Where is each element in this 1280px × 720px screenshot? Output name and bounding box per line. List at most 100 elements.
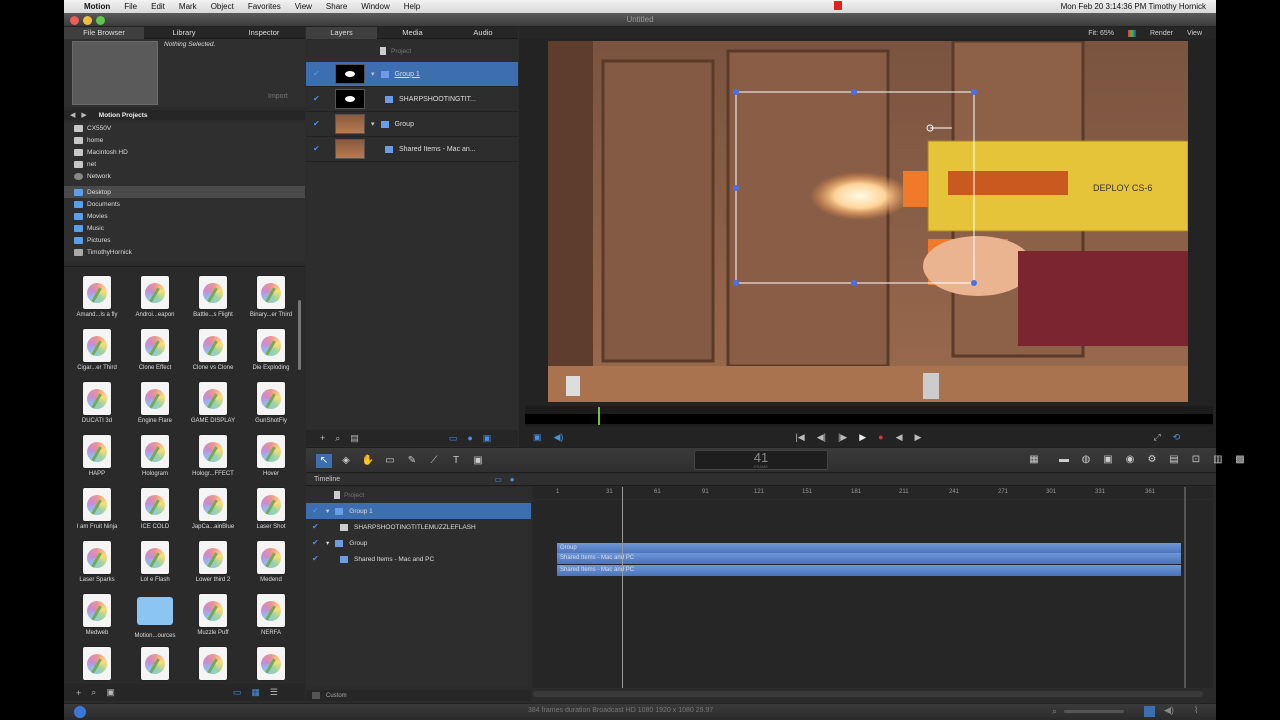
timeline-layer-row[interactable]: ✔ ▾ Group (306, 535, 531, 551)
playhead[interactable] (622, 487, 623, 688)
app-menu[interactable]: Motion (84, 2, 110, 11)
tab-media[interactable]: Media (377, 27, 448, 39)
file-item[interactable]: Engine Flare (126, 382, 184, 435)
transform-handle[interactable] (971, 89, 977, 95)
step-back-icon[interactable]: ◀| (817, 432, 826, 443)
generators-icon[interactable]: ▣ (1100, 453, 1116, 467)
mask-tool-icon[interactable]: ▣ (470, 454, 486, 468)
lights-icon[interactable]: ◍ (1078, 453, 1094, 467)
bezier-tool-icon[interactable]: ✎ (404, 454, 420, 468)
grid-view-icon[interactable]: ▦ (251, 687, 260, 698)
disclosure-icon[interactable]: ▾ (326, 507, 329, 515)
file-item[interactable]: Hologram (126, 435, 184, 488)
file-item[interactable]: Laser Shot (242, 488, 300, 541)
layer-options-icon[interactable]: ▤ (350, 433, 359, 444)
hud-icon[interactable]: ▩ (1232, 453, 1248, 467)
replicate-icon[interactable]: ▤ (1166, 453, 1182, 467)
file-item[interactable]: DUCATI 3d (68, 382, 126, 435)
menu-help[interactable]: Help (404, 2, 420, 11)
folder-item-home[interactable]: TimothyHornick (64, 246, 305, 258)
rectangle-tool-icon[interactable]: ▭ (382, 454, 398, 468)
file-item[interactable]: Androi...eapon (126, 276, 184, 329)
checkbox-icon[interactable]: ✔ (313, 95, 321, 103)
paint-tool-icon[interactable]: ⟋ (426, 454, 442, 468)
play-button-icon[interactable]: ▶ (859, 432, 866, 443)
folder-item-documents[interactable]: Documents (64, 198, 305, 210)
forward-arrow-icon[interactable]: ▶ (81, 111, 86, 119)
timeline-bar-clip[interactable]: Shared Items - Mac and PC (557, 565, 1181, 576)
filter-icon[interactable]: ▣ (483, 433, 492, 444)
go-to-start-icon[interactable]: |◀ (795, 432, 804, 443)
tab-layers[interactable]: Layers (306, 26, 377, 39)
checkbox-icon[interactable]: ✔ (313, 120, 321, 128)
layer-row[interactable]: ✔ SHARPSHOOTINGTIT... (306, 87, 518, 112)
path-popup[interactable]: Motion Projects (99, 112, 148, 119)
file-item[interactable]: Hover (242, 435, 300, 488)
checkbox-icon[interactable]: ✔ (312, 555, 320, 563)
layer-row[interactable]: ✔ ▾ Group (306, 112, 518, 137)
disclosure-icon[interactable]: ▾ (371, 120, 375, 128)
search-icon[interactable]: ⌕ (91, 687, 96, 698)
fullscreen-icon[interactable]: ⤢ (1153, 432, 1160, 443)
checkbox-icon[interactable]: ✔ (312, 539, 320, 547)
menu-edit[interactable]: Edit (151, 2, 165, 11)
select-tool-icon[interactable]: ↖ (316, 454, 332, 468)
file-item[interactable]: Lol e Flash (126, 541, 184, 594)
path-view-icon[interactable]: ▭ (233, 687, 242, 698)
tab-library[interactable]: Library (144, 27, 224, 39)
zoom-slider[interactable] (1064, 710, 1124, 713)
loop-icon[interactable]: ⟲ (1173, 432, 1181, 443)
file-item[interactable]: Motion...ources (126, 594, 184, 647)
menu-share[interactable]: Share (326, 2, 347, 11)
file-item[interactable]: HAPP (68, 435, 126, 488)
file-item[interactable]: Binary...er Third (242, 276, 300, 329)
loop-back-icon[interactable]: ◀ (896, 432, 903, 443)
timeline-layer-row[interactable]: ✔ ▾ Group 1 (306, 503, 531, 519)
show-keyframes-icon[interactable]: ● (510, 475, 515, 484)
menu-window[interactable]: Window (361, 2, 389, 11)
timecode-display[interactable]: 41 FRAME (694, 450, 828, 470)
transform-handle[interactable] (851, 280, 857, 286)
behavior-icon[interactable]: ● (467, 433, 472, 443)
step-forward-icon[interactable]: |▶ (838, 432, 847, 443)
transform-handle[interactable] (733, 280, 739, 286)
add-icon[interactable]: + (76, 688, 81, 698)
timeline-preset-popup[interactable]: Custom (326, 693, 347, 699)
render-menu[interactable]: Render (1150, 30, 1173, 37)
tab-inspector[interactable]: Inspector (224, 27, 304, 39)
adjust-anchor-icon[interactable]: ◈ (338, 454, 354, 468)
library-icon[interactable]: ▦ (1026, 453, 1042, 467)
timeline-bar-clip[interactable]: Shared Items - Mac and PC (557, 553, 1181, 564)
checkbox-icon[interactable]: ✔ (312, 523, 320, 531)
loop-forward-icon[interactable]: ▶ (915, 432, 922, 443)
file-item[interactable]: JapCa...ainBlue (184, 488, 242, 541)
file-item[interactable]: Medend (242, 541, 300, 594)
menu-view[interactable]: View (295, 2, 312, 11)
file-item[interactable]: Muzzle Puff (184, 594, 242, 647)
zoom-popup[interactable]: Fit: 65% (1088, 30, 1114, 37)
filters-icon[interactable]: ◉ (1122, 453, 1138, 467)
folder-item-desktop[interactable]: Desktop (64, 186, 305, 198)
search-icon[interactable]: ⌕ (335, 433, 340, 444)
transform-handle[interactable] (733, 89, 739, 95)
file-item[interactable]: NERFA (242, 594, 300, 647)
timeline-scrollbar[interactable] (533, 691, 1203, 697)
show-audio-icon[interactable]: ▭ (494, 475, 502, 484)
preview-toggle-icon[interactable]: ▣ (106, 687, 115, 698)
out-point[interactable] (1184, 487, 1186, 688)
file-item[interactable]: Clone Effect (126, 329, 184, 382)
file-item[interactable]: Battle...s Flight (184, 276, 242, 329)
list-view-icon[interactable]: ☰ (270, 687, 278, 698)
mini-timeline[interactable] (525, 406, 1213, 426)
info-icon[interactable] (74, 706, 86, 718)
disclosure-icon[interactable]: ▾ (371, 70, 375, 78)
project-row[interactable]: Project (306, 40, 518, 62)
mini-playhead[interactable] (598, 407, 600, 425)
timeline-layer-row[interactable]: ✔ SHARPSHOOTINGTITLEMUZZLEFLASH (306, 519, 531, 535)
pan-tool-icon[interactable]: ✋ (360, 454, 376, 468)
file-item[interactable]: Medweb (68, 594, 126, 647)
menu-file[interactable]: File (124, 2, 137, 11)
particles-icon[interactable]: ⊡ (1188, 453, 1204, 467)
file-item[interactable]: ICE COLD (126, 488, 184, 541)
audio-volume-icon[interactable]: ◀) (1164, 705, 1174, 716)
